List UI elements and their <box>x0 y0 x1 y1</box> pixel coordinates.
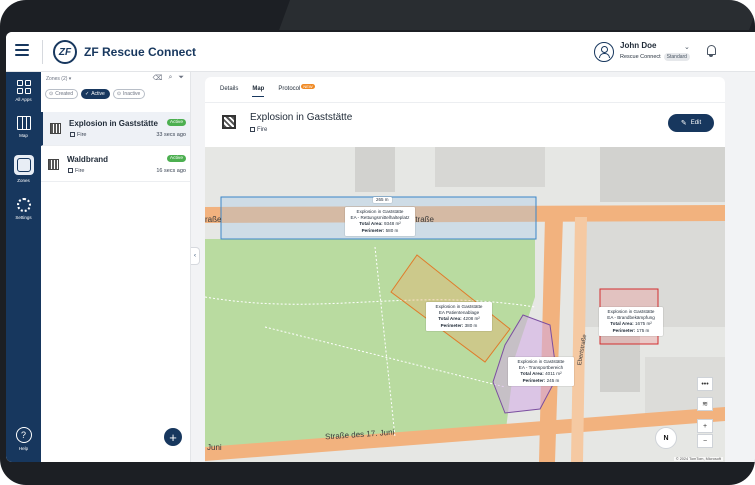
status-badge: Active <box>166 155 186 162</box>
zones-icon <box>16 158 31 172</box>
filter-chip-created[interactable]: ⊙ Created <box>45 89 78 99</box>
zone-list-panel: Zones (2) ▾ ⌫ ⌕ ⏷ ⊙ Created ✓ Active ⊙ I… <box>41 72 191 462</box>
zones-dropdown[interactable]: Zones (2) ▾ <box>46 76 71 82</box>
filter-chip-active[interactable]: ✓ Active <box>81 89 110 99</box>
fire-icon <box>250 127 255 132</box>
zone-map[interactable]: raße Straße Straße des 17. Juni Juni Ebe… <box>205 147 725 462</box>
street-label: Juni <box>207 443 222 452</box>
qr-code-icon[interactable] <box>222 115 236 129</box>
menu-icon[interactable] <box>15 44 29 58</box>
zoom-in-button[interactable]: + <box>697 419 713 433</box>
building-block <box>600 147 725 202</box>
rail-label: All Apps <box>15 97 32 102</box>
zone-info-label: Explosion in Gaststätte EA Patientenabla… <box>426 302 492 331</box>
rail-item-map[interactable]: Map <box>6 110 41 144</box>
zone-type: Fire <box>257 127 268 133</box>
qr-code-icon <box>48 159 59 170</box>
building-block <box>355 147 395 192</box>
detail-tabs: Details Map Protocol NEW <box>220 84 315 97</box>
app-screen: ZF ZF Rescue Connect John Doe Rescue Con… <box>6 32 755 462</box>
header-divider <box>42 40 43 64</box>
qr-code-icon <box>50 123 61 134</box>
status-badge: Active <box>166 119 186 126</box>
zoom-out-button[interactable]: − <box>697 434 713 448</box>
user-plan-badge: Standard <box>663 53 690 61</box>
tab-details[interactable]: Details <box>220 86 238 97</box>
rail-item-help[interactable]: ? Help <box>6 422 41 456</box>
zone-info-label: Explosion in Gaststätte EA - Rettungsmit… <box>345 207 415 236</box>
app-title: ZF Rescue Connect <box>84 45 197 59</box>
zone-time: 16 secs ago <box>156 168 186 174</box>
list-toolbar: ⌫ ⌕ ⏷ <box>153 74 184 82</box>
zone-list-item[interactable]: Waldbrand Fire Active 16 secs ago <box>41 148 190 182</box>
building-block <box>435 147 545 187</box>
page-title: Explosion in Gaststätte <box>250 112 353 123</box>
user-org: Rescue Connect Standard <box>620 53 690 61</box>
rail-label: Zones <box>17 178 30 183</box>
map-icon <box>16 116 31 130</box>
zone-time: 33 secs ago <box>156 132 186 138</box>
zone-name: Waldbrand <box>67 155 109 164</box>
rail-item-zones[interactable]: Zones <box>6 152 41 186</box>
chevron-down-icon[interactable]: ⌄ <box>684 43 690 51</box>
dimension-label: 265 m <box>373 197 392 204</box>
zone-type: Fire <box>77 132 87 138</box>
edit-button[interactable]: ✎ Edit <box>668 114 714 132</box>
zone-info-label: Explosion in Gaststätte EA - Transportbe… <box>508 357 574 386</box>
status-filters: ⊙ Created ✓ Active ⊙ Inactive <box>45 89 146 99</box>
user-org-name: Rescue Connect <box>620 54 661 60</box>
fire-icon <box>70 132 75 137</box>
fire-icon <box>68 168 73 173</box>
user-name[interactable]: John Doe <box>620 41 656 50</box>
delete-icon[interactable]: ⌫ <box>153 74 163 82</box>
zone-name: Explosion in Gaststätte <box>69 119 158 128</box>
filter-chip-inactive[interactable]: ⊙ Inactive <box>112 89 146 99</box>
layers-button[interactable]: ≋ <box>697 397 713 411</box>
tablet-frame: ZF ZF Rescue Connect John Doe Rescue Con… <box>0 0 755 485</box>
rail-label: Help <box>18 446 29 451</box>
add-zone-button[interactable]: + <box>164 428 182 446</box>
search-icon[interactable]: ⌕ <box>168 74 172 82</box>
help-icon: ? <box>15 427 32 443</box>
rail-label: Map <box>19 133 28 138</box>
zone-info-label: Explosion in Gaststätte EA - Brandbekämp… <box>599 307 663 336</box>
user-avatar-icon[interactable] <box>594 42 614 62</box>
app-header: ZF ZF Rescue Connect John Doe Rescue Con… <box>6 32 755 72</box>
more-options-button[interactable]: ••• <box>697 377 713 391</box>
compass-button[interactable]: N <box>655 427 677 449</box>
rail-item-settings[interactable]: Settings <box>6 192 41 226</box>
grid-icon <box>16 80 31 94</box>
zf-logo: ZF <box>53 40 77 64</box>
collapse-panel-button[interactable]: ‹ <box>191 247 200 265</box>
gear-icon <box>16 198 31 212</box>
bell-icon[interactable] <box>707 45 716 57</box>
tab-protocol[interactable]: Protocol NEW <box>278 84 315 97</box>
street-label: raße <box>205 215 222 224</box>
zone-detail-panel: Details Map Protocol NEW Explosion in Gas… <box>205 77 725 462</box>
nav-rail: All Apps Map Zones Settings ? Help <box>6 72 41 462</box>
zones-icon-wrap <box>13 155 34 175</box>
tab-map[interactable]: Map <box>252 86 265 97</box>
map-attribution: © 2024 TomTom, Microsoft <box>673 457 723 461</box>
rail-item-all-apps[interactable]: All Apps <box>6 74 41 108</box>
zone-list-item[interactable]: Explosion in Gaststätte Fire Active 33 s… <box>41 112 190 146</box>
pencil-icon: ✎ <box>680 120 687 127</box>
zone-type: Fire <box>75 168 85 174</box>
new-badge: NEW <box>301 84 315 89</box>
filter-icon[interactable]: ⏷ <box>178 74 184 82</box>
tab-divider <box>205 102 725 103</box>
rail-label: Settings <box>15 215 32 220</box>
